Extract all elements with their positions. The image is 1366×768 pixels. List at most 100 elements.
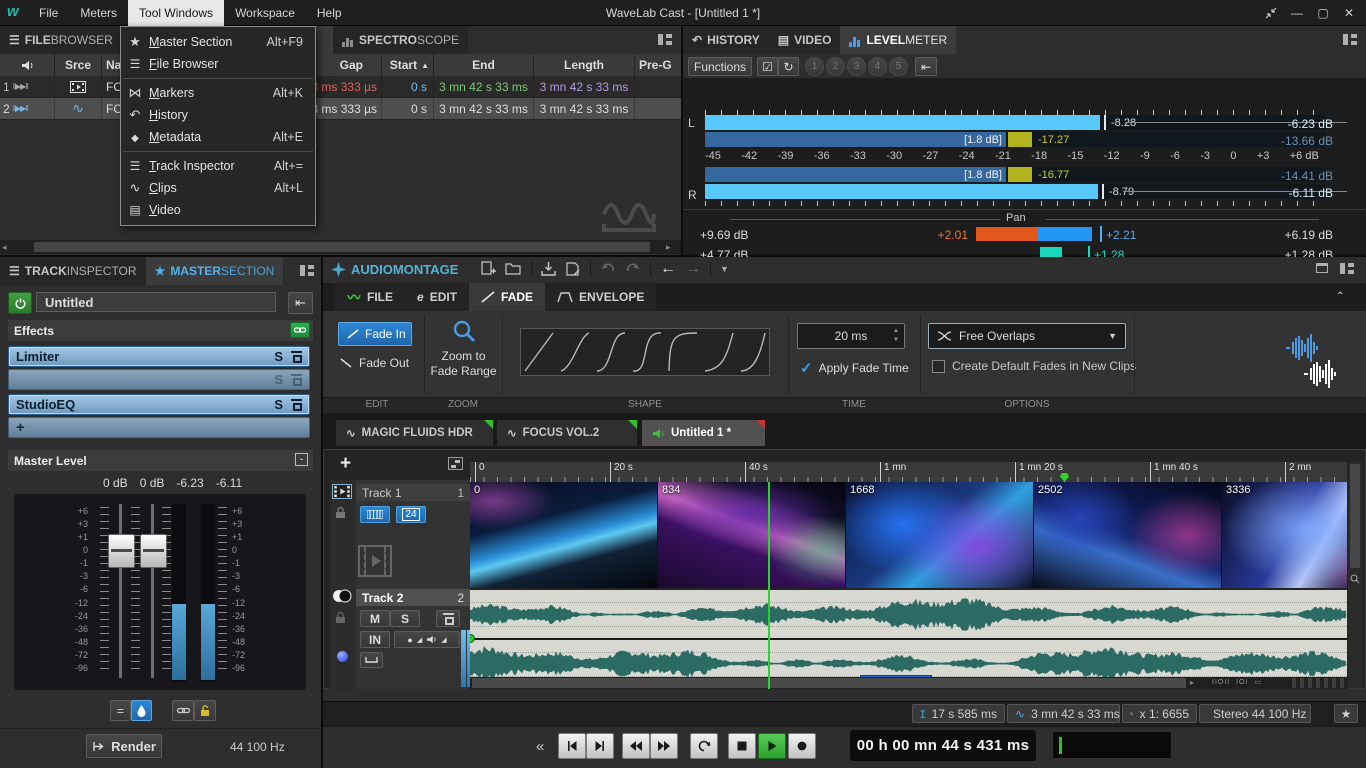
panel-options-icon[interactable] [300, 265, 314, 276]
functions-button[interactable]: Functions [688, 57, 752, 76]
video-track-icon[interactable] [332, 484, 352, 499]
reset-peaks-icon[interactable]: ↻ [778, 57, 799, 76]
goto-end-button[interactable] [586, 733, 614, 759]
master-power-button[interactable] [8, 292, 32, 314]
menu-workspace[interactable]: Workspace [224, 0, 306, 26]
vertical-scrollbar[interactable] [1348, 462, 1362, 688]
track1-video-button[interactable] [360, 506, 390, 523]
tab-fade[interactable]: FADE [469, 283, 545, 311]
track1-header[interactable]: Track 11 [356, 484, 470, 501]
solo-icon[interactable]: S [274, 397, 283, 412]
collapse-tracks-icon[interactable] [448, 457, 463, 470]
tab-track-inspector[interactable]: ☰ TRACKINSPECTOR [0, 257, 146, 285]
zoom-preset-icons[interactable]: IIOII IOI ▭ [1212, 678, 1262, 686]
column-srce[interactable]: Srce [55, 54, 102, 76]
scrollbar-thumb[interactable] [472, 678, 1186, 688]
video-thumbnail[interactable]: 3336 [1222, 482, 1347, 588]
nav-forward-icon[interactable]: → [685, 262, 701, 276]
preset-button[interactable]: 1 [805, 57, 824, 76]
preset-star-button[interactable]: ★ [1334, 704, 1358, 723]
render-button[interactable]: Render [86, 734, 162, 758]
menu-item[interactable]: Markers Alt+K [121, 82, 315, 104]
track2-envelope-button[interactable] [360, 652, 383, 668]
overlaps-dropdown[interactable]: Free Overlaps ▼ [928, 323, 1126, 349]
menu-item[interactable]: File Browser [121, 53, 315, 75]
column-start[interactable]: Start▲ [382, 54, 434, 76]
doc-tab-focus-vol2[interactable]: ∿ FOCUS VOL.2 [497, 420, 637, 446]
input-led[interactable] [337, 651, 348, 662]
minimize-button[interactable]: — [1284, 1, 1310, 25]
bypass-icon[interactable] [291, 351, 302, 362]
record-button[interactable] [788, 733, 816, 759]
menu-file[interactable]: File [28, 0, 69, 26]
transport-time-display[interactable]: 00 h 00 mn 44 s 431 ms [850, 730, 1036, 761]
video-thumbnail[interactable]: 1668 [846, 482, 1034, 588]
redo-icon[interactable] [625, 262, 641, 276]
volume-envelope-line[interactable] [470, 638, 1347, 640]
add-track-button[interactable]: + [340, 453, 351, 475]
effects-chain-button[interactable] [290, 322, 310, 338]
link-faders-button[interactable] [172, 700, 194, 721]
track2-monitor-buttons[interactable]: ● ◢ ◢ [394, 631, 460, 648]
clip-row-1[interactable]: 1 ‖▶▶‖ FOCUS VOL.2 3 ms 333 µs 0 s 3 mn … [0, 76, 681, 98]
nav-back-icon[interactable]: ← [660, 262, 676, 276]
unlock-button[interactable] [194, 700, 216, 721]
bypass-icon[interactable] [291, 399, 302, 410]
track2-header[interactable]: Track 22 [356, 589, 470, 606]
loop-button[interactable] [690, 733, 718, 759]
preset-button[interactable]: 2 [826, 57, 845, 76]
playhead[interactable] [768, 482, 770, 689]
tab-video[interactable]: ▤VIDEO [769, 26, 841, 54]
open-folder-icon[interactable] [505, 261, 522, 277]
tab-file[interactable]: FILE [335, 283, 405, 311]
preset-button[interactable]: 3 [847, 57, 866, 76]
fade-in-button[interactable]: Fade In [338, 322, 412, 346]
panel-options-icon[interactable] [1340, 263, 1354, 274]
menu-help[interactable]: Help [306, 0, 353, 26]
preset-reset-button[interactable]: ⇤ [288, 292, 313, 314]
stop-button[interactable] [728, 733, 756, 759]
goto-start-button[interactable] [558, 733, 586, 759]
meter-settings-icon[interactable]: ☑ [757, 57, 778, 76]
lock-icon[interactable] [335, 611, 346, 624]
collapse-ribbon-icon[interactable]: ⌃ [1336, 291, 1344, 302]
scroll-right-icon[interactable]: ▸ [1190, 678, 1194, 687]
tab-envelope[interactable]: ENVELOPE [545, 283, 656, 311]
rewind-button[interactable] [622, 733, 650, 759]
menu-meters[interactable]: Meters [69, 0, 128, 26]
zoom-ratio-status[interactable]: x 1: 6655 [1122, 704, 1197, 723]
video-thumbnail[interactable]: 2502 [1034, 482, 1222, 588]
stereo-track-icon[interactable] [331, 589, 353, 603]
exit-fullscreen-icon[interactable] [1258, 1, 1284, 25]
menu-item[interactable]: Track Inspector Alt+= [121, 155, 315, 177]
tab-history[interactable]: ↶HISTORY [683, 26, 769, 54]
apply-fade-time-checkbox[interactable]: ✓ Apply Fade Time [800, 359, 909, 377]
menu-item[interactable]: History [121, 104, 315, 126]
audio-format-status[interactable]: Stereo 44 100 Hz [1199, 704, 1311, 723]
effect-slot-empty[interactable]: S [8, 369, 310, 390]
play-button[interactable] [758, 733, 786, 759]
clip-row-2[interactable]: 2 ‖▶▶‖ ∿ FOCUS VOL.2 3 ms 333 µs 0 s 3 m… [0, 98, 681, 120]
reset-meter-icon[interactable]: ⇤ [915, 57, 937, 76]
fader-handle-right[interactable] [140, 534, 167, 568]
effect-slot-studioeq[interactable]: StudioEQ S [8, 394, 310, 415]
menu-item[interactable]: Master Section Alt+F9 [121, 31, 315, 53]
preset-button[interactable]: 4 [868, 57, 887, 76]
scrollbar-thumb[interactable] [34, 242, 650, 252]
fade-time-spinner[interactable]: 20 ms ▲▼ [797, 323, 905, 349]
timeline-ruler[interactable]: 020 s40 s1 mn1 mn 20 s1 mn 40 s2 mn [470, 462, 1347, 482]
create-default-fades-checkbox[interactable]: Create Default Fades in New Clips [932, 359, 1136, 373]
save-as-icon[interactable] [565, 261, 581, 277]
column-length[interactable]: Length [534, 54, 635, 76]
panel-options-icon[interactable] [658, 34, 672, 45]
scrollbar-thumb[interactable] [1350, 464, 1360, 568]
maximize-panel-icon[interactable] [1316, 263, 1328, 273]
spinner-arrows-icon[interactable]: ▲▼ [893, 327, 899, 345]
column-pregap[interactable]: Pre-G [635, 54, 681, 76]
maximize-button[interactable]: ▢ [1310, 1, 1336, 25]
scroll-right-icon[interactable]: ▸ [666, 242, 671, 253]
lock-icon[interactable] [335, 506, 346, 519]
close-button[interactable]: ✕ [1336, 1, 1362, 25]
horizontal-scrollbar[interactable]: ▸ IIOII IOI ▭ [470, 677, 1347, 689]
zoom-to-fade-button[interactable]: Zoom toFade Range [425, 316, 502, 379]
